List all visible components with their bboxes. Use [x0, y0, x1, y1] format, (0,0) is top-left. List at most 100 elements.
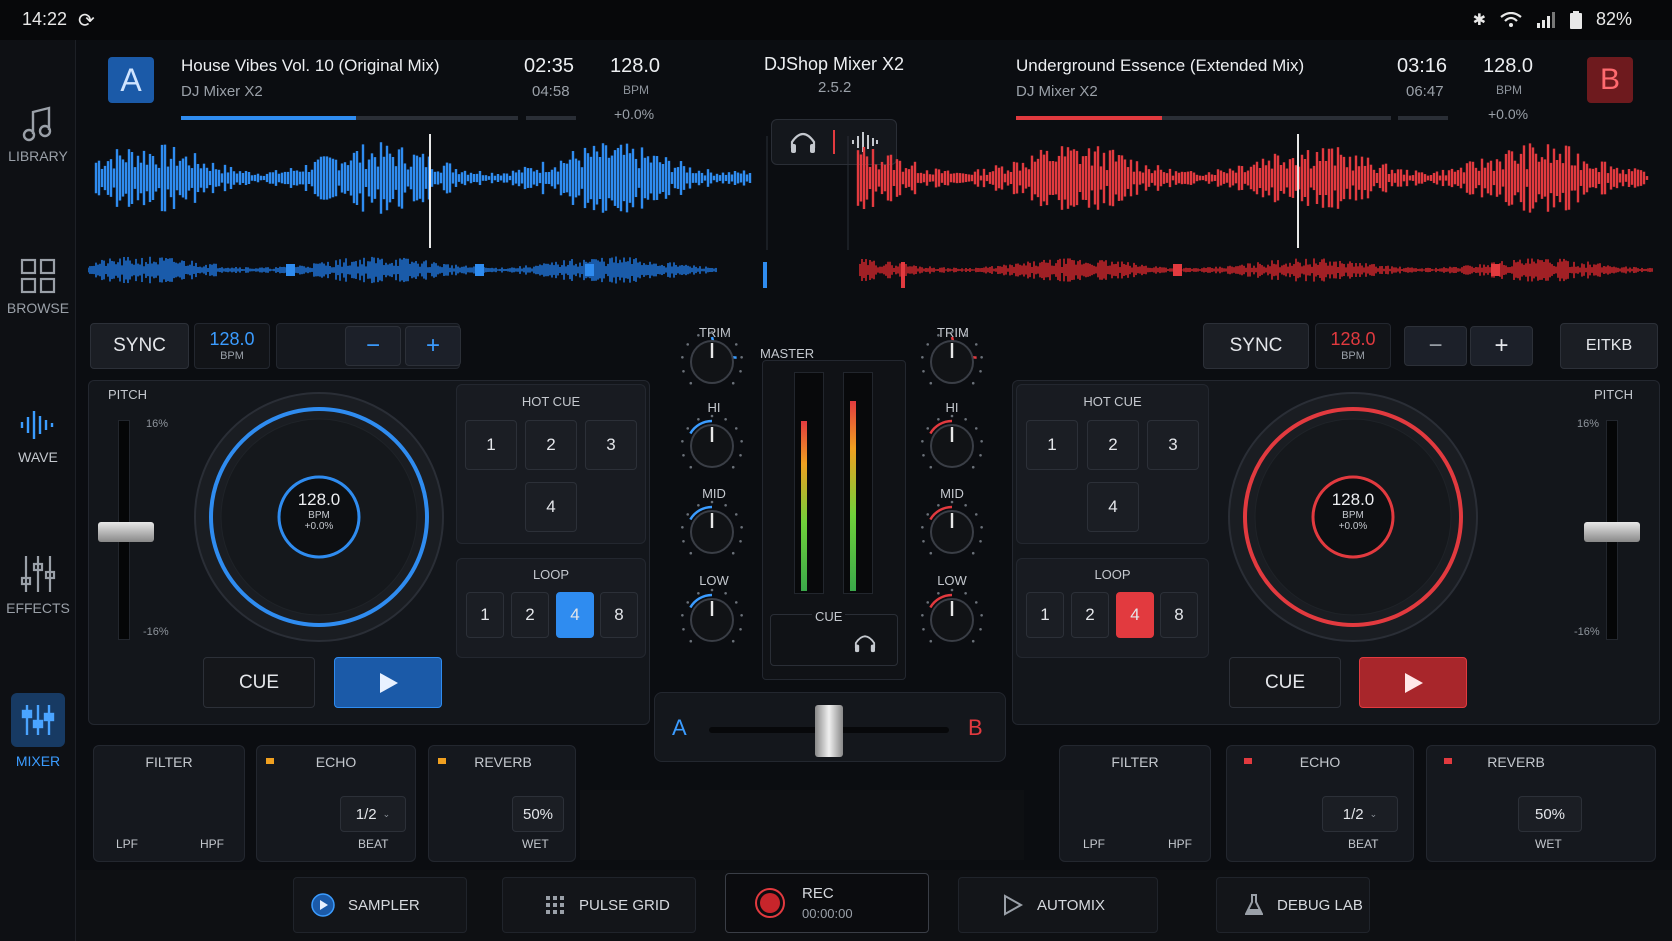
deck-b-extra-button[interactable]: ΕΙΤΚΒ	[1560, 323, 1658, 369]
knob[interactable]	[921, 588, 983, 643]
waveform-area[interactable]	[88, 132, 1660, 312]
sidebar-label: LIBRARY	[8, 148, 68, 164]
sliders-icon	[20, 556, 56, 592]
deck-a-tempo-minus[interactable]: −	[345, 326, 401, 366]
master-meter-left	[794, 372, 824, 594]
wifi-icon	[1500, 11, 1522, 27]
deck-b-elapsed: 03:16	[1397, 55, 1448, 77]
deck-a-bpm-display: 128.0 BPM	[194, 323, 270, 369]
deck-b-echo-label: ECHO	[1299, 754, 1341, 770]
sidebar-item-mixer[interactable]: MIXER	[0, 693, 76, 769]
automix-button[interactable]: AUTOMIX	[958, 877, 1158, 933]
deck-a-play-button[interactable]	[334, 657, 442, 708]
deck-a-hotcue-2[interactable]: 2	[525, 420, 577, 470]
deck-a-trim-label: TRIM	[699, 325, 731, 340]
deck-b-badge: B	[1587, 57, 1633, 103]
deck-b-progress-bar	[1016, 116, 1391, 120]
deck-a-pitch-label: PITCH	[108, 387, 147, 402]
record-label: REC	[802, 885, 834, 902]
deck-b-loop-1[interactable]: 1	[1026, 592, 1064, 638]
mixer-icon	[11, 693, 65, 747]
deck-b-hotcue-3[interactable]: 3	[1147, 420, 1199, 470]
deck-b-hotcue-title: HOT CUE	[1083, 394, 1142, 409]
deck-b-tempo-minus[interactable]: −	[1404, 326, 1467, 366]
deck-a-wet-label: WET	[522, 837, 549, 851]
deck-b-beat-label: BEAT	[1348, 837, 1379, 851]
play-circle-icon	[311, 893, 335, 917]
deck-a-progress-tail	[526, 116, 576, 120]
debug-lab-button[interactable]: DEBUG LAB	[1216, 877, 1370, 933]
deck-b-sync-button[interactable]: SYNC	[1203, 323, 1309, 369]
deck-b-hotcue-1[interactable]: 1	[1026, 420, 1078, 470]
deck-a-echo-value-text: 1/2	[355, 805, 377, 823]
deck-a-badge: A	[108, 57, 154, 103]
deck-b-hotcue-2[interactable]: 2	[1087, 420, 1139, 470]
deck-b-tempo-plus[interactable]: +	[1470, 326, 1533, 366]
deck-a-echo-value[interactable]: 1/2 ⌄	[340, 796, 406, 832]
crossfader-handle[interactable]	[815, 705, 843, 757]
play-icon	[1405, 672, 1423, 693]
deck-b-echo-value[interactable]: 1/2 ⌄	[1322, 796, 1398, 832]
bluetooth-icon: ✱	[1472, 11, 1486, 29]
pulse-grid-button[interactable]: PULSE GRID	[502, 877, 696, 933]
deck-a-loop-8[interactable]: 8	[600, 592, 638, 638]
deck-b-mid-label: MID	[940, 486, 964, 501]
deck-a-jog-bpm-label: BPM	[308, 510, 330, 521]
deck-b-track-title: Underground Essence (Extended Mix)	[1016, 56, 1305, 75]
deck-a-reverb-value[interactable]: 50%	[512, 796, 564, 832]
deck-b-cue-button[interactable]: CUE	[1229, 657, 1341, 708]
knob[interactable]	[921, 500, 983, 555]
deck-b-pitch-fader[interactable]	[1584, 522, 1640, 542]
sidebar-item-browse[interactable]: BROWSE	[0, 258, 76, 316]
deck-a-cue-button[interactable]: CUE	[203, 657, 315, 708]
deck-b-waveform	[856, 143, 1649, 213]
sidebar-item-effects[interactable]: EFFECTS	[0, 554, 76, 616]
deck-a-overview	[88, 256, 717, 284]
crossfader-label-a: A	[672, 715, 687, 740]
deck-a-pitch-fader[interactable]	[98, 522, 154, 542]
deck-a-hotcue-4[interactable]: 4	[525, 482, 577, 532]
sidebar: LIBRARY BROWSE WAVE EFFECTS MIXER	[0, 40, 76, 941]
knob[interactable]	[681, 588, 743, 643]
deck-b-lpf-label: LPF	[1083, 837, 1106, 851]
battery-icon	[1569, 10, 1582, 29]
deck-a-bpm: 128.0	[610, 55, 661, 77]
deck-b-pitch-label: PITCH	[1594, 387, 1633, 402]
deck-a-pitch-value: +0.0%	[614, 106, 655, 122]
deck-b-loop-8[interactable]: 8	[1160, 592, 1198, 638]
deck-a-progress-bar	[181, 116, 518, 120]
deck-b-hotcue-4[interactable]: 4	[1087, 482, 1139, 532]
status-icons: ✱ 82%	[1473, 9, 1632, 30]
deck-a-echo-label: ECHO	[315, 754, 357, 770]
deck-a-hotcue-3[interactable]: 3	[585, 420, 637, 470]
pulse-grid-label: PULSE GRID	[579, 896, 670, 914]
play-outline-icon	[1004, 894, 1023, 916]
deck-b-bpm-display: 128.0 BPM	[1315, 323, 1391, 369]
knob[interactable]	[681, 414, 743, 469]
knob[interactable]	[921, 414, 983, 469]
deck-b-pitch-bottom: -16%	[1574, 626, 1600, 638]
master-label: MASTER	[760, 346, 815, 361]
deck-a-loop-4[interactable]: 4	[556, 592, 594, 638]
record-button[interactable]: REC 00:00:00	[725, 873, 929, 933]
sidebar-item-library[interactable]: LIBRARY	[0, 106, 76, 164]
deck-b-loop-2[interactable]: 2	[1071, 592, 1109, 638]
deck-b-loop-4[interactable]: 4	[1116, 592, 1154, 638]
deck-a-loop-title: LOOP	[532, 567, 570, 582]
sampler-button[interactable]: SAMPLER	[293, 877, 467, 933]
deck-b-total: 06:47	[1406, 83, 1444, 100]
grid-dots-icon	[546, 896, 564, 914]
deck-b-play-button[interactable]	[1359, 657, 1467, 708]
deck-b-jog-bpm: 128.0	[1331, 490, 1375, 509]
deck-a-loop-2[interactable]: 2	[511, 592, 549, 638]
knob[interactable]	[681, 500, 743, 555]
sidebar-item-wave[interactable]: WAVE	[0, 407, 76, 465]
waveform-icon	[20, 411, 54, 439]
deck-b-bpm-value: 128.0	[1330, 329, 1376, 349]
deck-a-loop-1[interactable]: 1	[466, 592, 504, 638]
deck-b-artist: DJ Mixer X2	[1016, 83, 1098, 100]
deck-a-sync-button[interactable]: SYNC	[90, 323, 189, 369]
deck-a-hotcue-1[interactable]: 1	[465, 420, 517, 470]
deck-b-reverb-value[interactable]: 50%	[1518, 796, 1582, 832]
deck-a-tempo-plus[interactable]: +	[405, 326, 461, 366]
